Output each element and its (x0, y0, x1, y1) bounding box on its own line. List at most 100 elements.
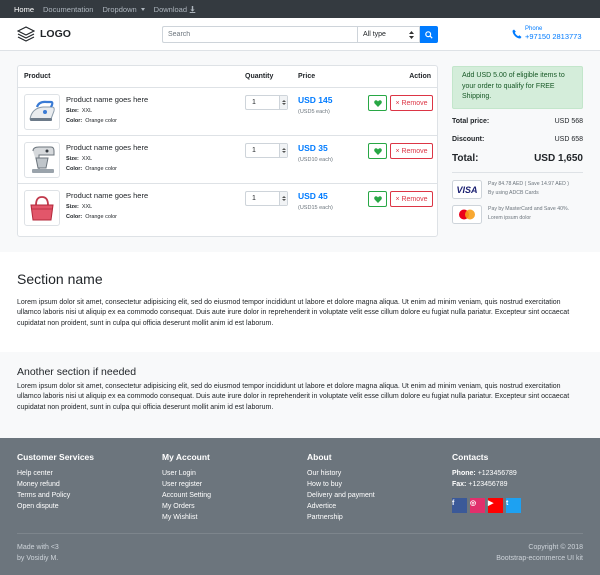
footer-link[interactable]: Open dispute (17, 501, 94, 512)
size-value: XXL (81, 156, 93, 162)
footer-link[interactable]: Account Setting (162, 490, 211, 501)
product-image[interactable] (24, 94, 60, 130)
twitter-icon[interactable]: t (506, 498, 521, 513)
facebook-icon[interactable]: f (452, 498, 467, 513)
heart-icon (373, 147, 382, 155)
footer-link[interactable]: How to buy (307, 479, 375, 490)
wishlist-button[interactable] (368, 95, 387, 111)
size-value: XXL (81, 108, 93, 114)
footer-contacts: Contacts Phone: +123456789 Fax: +1234567… (452, 452, 521, 513)
product-name[interactable]: Product name goes here (66, 95, 148, 104)
discount-label: Discount: (452, 136, 485, 143)
visa-offer-line-2: By using ADCB Cards (488, 189, 539, 196)
iron-icon (29, 100, 55, 121)
copyright-text: Copyright © 2018 (528, 544, 583, 551)
product-image[interactable] (24, 142, 60, 178)
visa-card-icon: VISA (452, 180, 482, 199)
caret-down-icon (140, 7, 145, 11)
nav-documentation[interactable]: Documentation (43, 5, 93, 14)
footer-fax-label: Fax: (452, 481, 467, 488)
col-quantity: Quantity (245, 73, 274, 80)
quantity-select[interactable]: 1 (245, 143, 288, 158)
search-input[interactable] (162, 26, 357, 43)
nav-dropdown[interactable]: Dropdown (102, 4, 145, 14)
product-name[interactable]: Product name goes here (66, 191, 148, 200)
color-value: Orange color (85, 214, 117, 220)
item-price: USD 35 (298, 143, 328, 153)
search-button[interactable] (420, 26, 438, 43)
footer-link[interactable]: Advertice (307, 501, 375, 512)
footer-heading: My Account (162, 452, 210, 462)
type-select[interactable]: All type (357, 26, 420, 43)
color-label: Color: (66, 118, 83, 124)
total-price-row: Total price: USD 568 (452, 118, 583, 125)
total-price-label: Total price: (452, 118, 490, 125)
spinner-arrows-icon (279, 144, 287, 157)
footer-link[interactable]: My Wishlist (162, 512, 211, 523)
mastercard-offer-line-1: Pay by MasterCard and Save 40%. (488, 206, 570, 212)
secondary-section: Another section if needed Lorem ipsum do… (0, 352, 600, 438)
col-action: Action (409, 73, 431, 80)
quantity-select[interactable]: 1 (245, 95, 288, 110)
footer-copyright: Copyright © 2018 Bootstrap-ecommerce UI … (496, 542, 583, 564)
remove-button[interactable]: × Remove (390, 191, 433, 207)
item-unit-price: (USD15 each) (298, 205, 333, 211)
discount-row: Discount: USD 658 (452, 136, 583, 143)
copyright-product: Bootstrap-ecommerce UI kit (496, 555, 583, 562)
remove-button[interactable]: × Remove (390, 95, 433, 111)
footer-link[interactable]: My Orders (162, 501, 211, 512)
grand-total-value: USD 1,650 (534, 153, 583, 164)
footer-link[interactable]: User Login (162, 468, 211, 479)
footer-link[interactable]: Help center (17, 468, 94, 479)
nav-dropdown-label: Dropdown (102, 4, 137, 14)
product-image[interactable] (24, 190, 60, 226)
item-price: USD 45 (298, 191, 328, 201)
remove-button[interactable]: × Remove (390, 143, 433, 159)
cart-row: Product name goes here Size: XXL Color: Or… (18, 184, 437, 232)
item-unit-price: (USD5 each) (298, 109, 330, 115)
type-select-value: All type (363, 31, 386, 38)
phone-number: +97150 2813773 (525, 32, 582, 41)
footer-divider (17, 533, 583, 534)
visa-text: VISA (456, 185, 477, 195)
heart-icon (373, 99, 382, 107)
footer-phone: Phone: +123456789 (452, 468, 521, 479)
quantity-value: 1 (252, 99, 256, 106)
visa-offer: VISA Pay 84.78 AED ( Save 14.97 AED ) By… (452, 180, 583, 199)
product-size: Size: XXL (66, 156, 92, 162)
section-body: Lorem ipsum dolor sit amet, consectetur … (17, 383, 570, 411)
cart-table: Product Quantity Price Action Product na… (17, 65, 438, 237)
phone-contact[interactable]: Phone +97150 2813773 (512, 26, 582, 41)
wishlist-button[interactable] (368, 143, 387, 159)
footer-link[interactable]: Terms and Policy (17, 490, 94, 501)
logo-icon (17, 26, 35, 42)
nav-download[interactable]: Download (154, 5, 196, 14)
footer-phone-value: +123456789 (477, 470, 517, 477)
nav-home[interactable]: Home (14, 5, 34, 14)
youtube-icon[interactable]: ▶ (488, 498, 503, 513)
mixer-icon (32, 146, 55, 173)
color-label: Color: (66, 214, 83, 220)
footer-link[interactable]: Our history (307, 468, 375, 479)
size-label: Size: (66, 108, 79, 114)
phone-icon (512, 29, 522, 38)
product-name[interactable]: Product name goes here (66, 143, 148, 152)
wishlist-button[interactable] (368, 191, 387, 207)
mastercard-icon (452, 205, 482, 224)
logo[interactable]: LOGO (17, 26, 71, 42)
footer-link[interactable]: User register (162, 479, 211, 490)
spinner-arrows-icon (279, 96, 287, 109)
product-color: Color: Orange color (66, 118, 117, 124)
nav-download-label: Download (153, 4, 188, 14)
footer-link[interactable]: Partnership (307, 512, 375, 523)
section-title: Section name (17, 271, 103, 287)
footer-link[interactable]: Money refund (17, 479, 94, 490)
summary-divider (452, 172, 583, 173)
quantity-select[interactable]: 1 (245, 191, 288, 206)
footer-credits: Made with <3 by Vosidiy M. (17, 542, 59, 564)
col-product: Product (24, 73, 51, 80)
quantity-value: 1 (252, 147, 256, 154)
footer-link[interactable]: Delivery and payment (307, 490, 375, 501)
footer-fax: Fax: +123456789 (452, 479, 521, 490)
instagram-icon[interactable]: ◎ (470, 498, 485, 513)
